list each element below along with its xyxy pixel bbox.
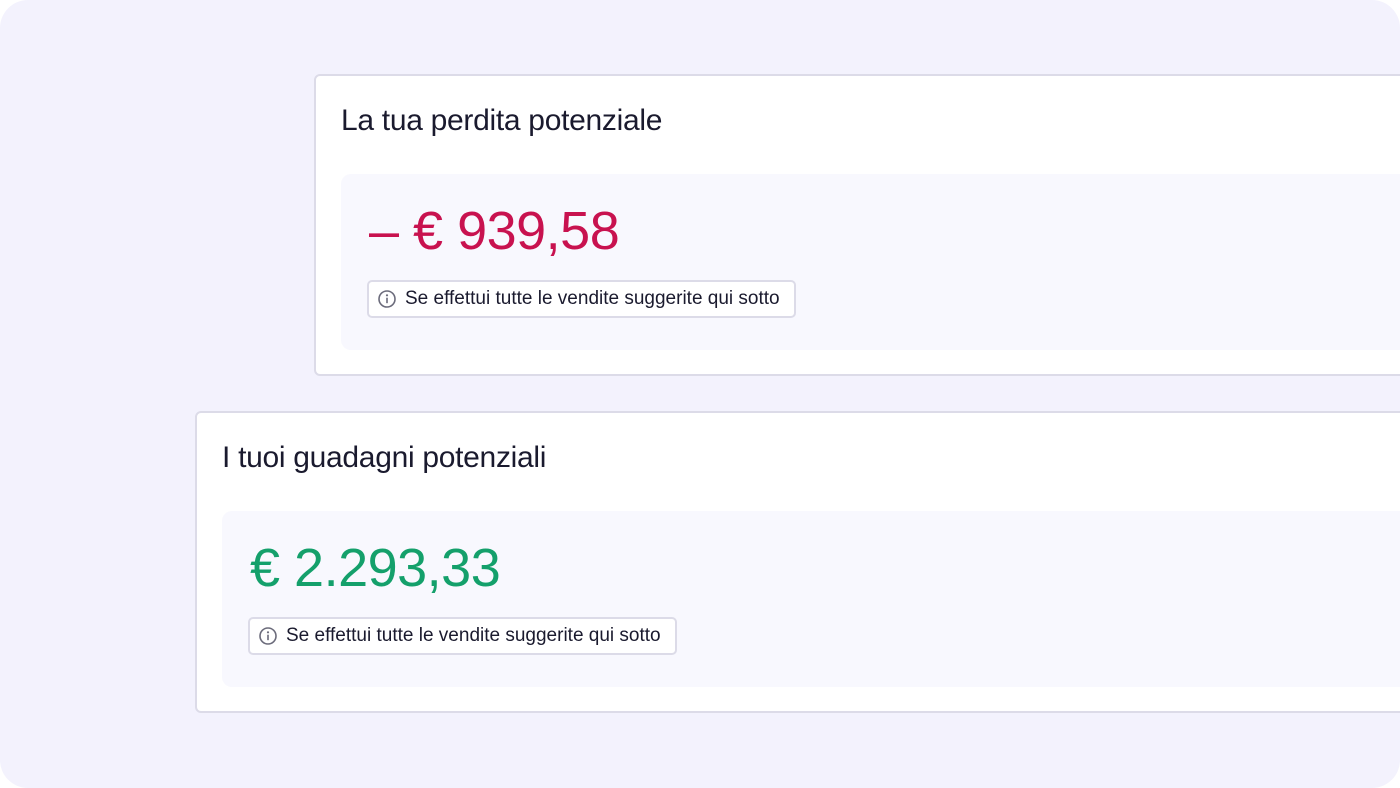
gain-info-chip[interactable]: Se effettui tutte le vendite suggerite q… xyxy=(248,617,677,655)
info-icon xyxy=(258,626,278,646)
gain-amount-panel: € 2.293,33 Se effettui tutte le vendite … xyxy=(222,511,1400,687)
gain-amount: € 2.293,33 xyxy=(250,538,501,598)
gain-card-title: I tuoi guadagni potenziali xyxy=(222,441,547,474)
gain-info-text: Se effettui tutte le vendite suggerite q… xyxy=(286,625,661,646)
potential-gain-card: I tuoi guadagni potenziali € 2.293,33 Se… xyxy=(195,411,1400,713)
loss-card-title: La tua perdita potenziale xyxy=(341,104,663,137)
info-icon xyxy=(377,289,397,309)
potential-loss-card: La tua perdita potenziale – € 939,58 Se … xyxy=(314,74,1400,376)
canvas: La tua perdita potenziale – € 939,58 Se … xyxy=(0,0,1400,788)
loss-amount-panel: – € 939,58 Se effettui tutte le vendite … xyxy=(341,174,1400,350)
loss-amount: – € 939,58 xyxy=(369,201,620,261)
loss-info-text: Se effettui tutte le vendite suggerite q… xyxy=(405,288,780,309)
loss-info-chip[interactable]: Se effettui tutte le vendite suggerite q… xyxy=(367,280,796,318)
